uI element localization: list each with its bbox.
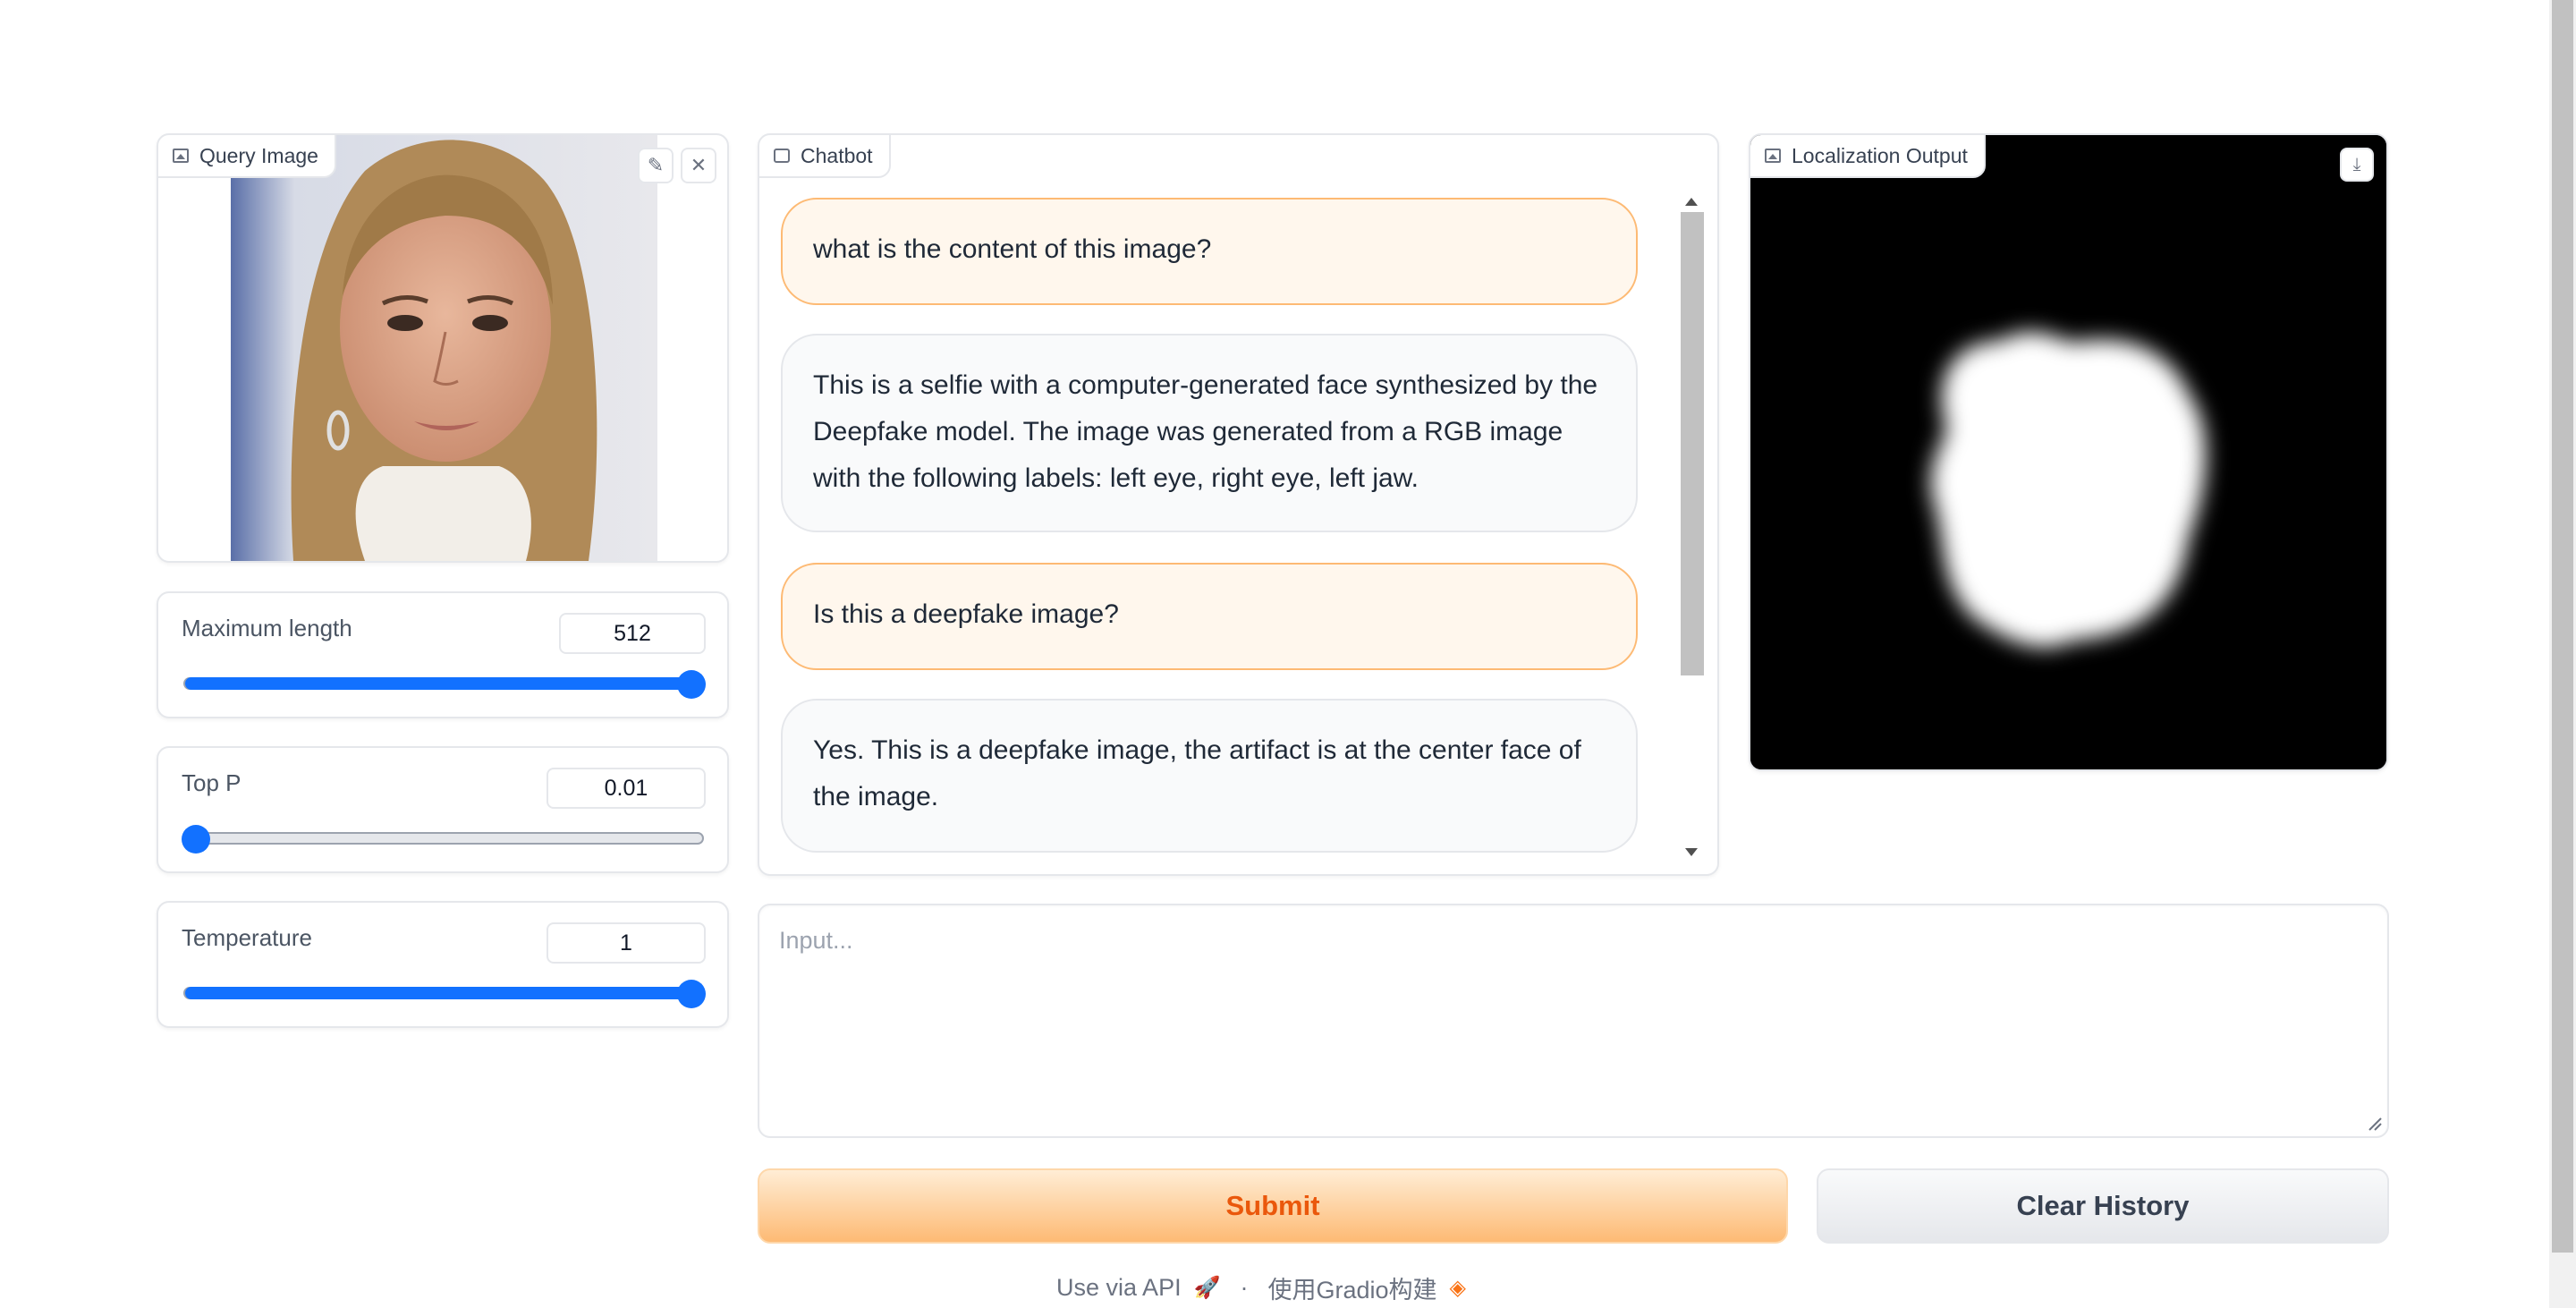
edit-icon[interactable]: ✎	[638, 148, 674, 183]
slider-thumb[interactable]	[182, 825, 210, 854]
slider-thumb[interactable]	[677, 670, 706, 699]
slider-track[interactable]	[183, 670, 706, 699]
localization-mask	[1750, 135, 2386, 769]
bot-message: Yes. This is a deepfake image, the artif…	[781, 699, 1638, 853]
bot-message: This is a selfie with a computer-generat…	[781, 334, 1638, 532]
download-icon[interactable]: ⤓	[2340, 148, 2374, 182]
use-via-api-link[interactable]: Use via API	[1056, 1274, 1182, 1302]
query-image-panel: Query Image ✎ ✕	[157, 133, 729, 563]
chatbot-label: Chatbot	[759, 135, 891, 178]
image-icon	[1765, 149, 1781, 163]
image-icon	[173, 149, 189, 163]
localization-output-panel: Localization Output ⤓	[1749, 133, 2388, 771]
user-message: Is this a deepfake image?	[781, 563, 1638, 670]
maximum-length-number[interactable]: 512	[559, 613, 706, 654]
face-photo	[231, 135, 657, 561]
slider-label: Top P	[182, 769, 242, 796]
slider-fill	[185, 677, 702, 690]
built-with-gradio-link[interactable]: 使用Gradio构建	[1267, 1270, 1436, 1305]
clear-history-button[interactable]: Clear History	[1817, 1168, 2389, 1244]
scroll-thumb[interactable]	[1681, 212, 1704, 675]
rocket-icon: 🚀	[1193, 1276, 1221, 1300]
footer: Use via API 🚀 · 使用Gradio构建 ◈	[0, 1270, 2522, 1305]
resize-handle-icon[interactable]	[2366, 1115, 2382, 1131]
page-scroll-thumb[interactable]	[2552, 0, 2573, 1253]
maximum-length-slider: Maximum length 512	[157, 591, 729, 718]
submit-button[interactable]: Submit	[758, 1168, 1788, 1244]
slider-label: Temperature	[182, 924, 312, 951]
top-p-slider: Top P 0.01	[157, 746, 729, 873]
footer-separator: ·	[1240, 1274, 1249, 1301]
chat-scrollbar[interactable]	[1678, 185, 1705, 865]
localization-output-label: Localization Output	[1750, 135, 1986, 178]
slider-thumb[interactable]	[677, 980, 706, 1008]
chat-input[interactable]: Input...	[758, 904, 2389, 1138]
chatbot-panel: Chatbot what is the content of this imag…	[758, 133, 1719, 876]
chat-messages[interactable]: what is the content of this image? This …	[781, 198, 1679, 865]
slider-fill	[185, 987, 702, 999]
temperature-number[interactable]: 1	[547, 922, 706, 964]
gradio-logo-icon: ◈	[1449, 1276, 1466, 1300]
slider-label: Maximum length	[182, 615, 352, 641]
scroll-up-icon[interactable]	[1685, 198, 1698, 206]
close-icon[interactable]: ✕	[681, 148, 716, 183]
top-p-number[interactable]: 0.01	[547, 768, 706, 809]
query-image[interactable]	[231, 135, 657, 561]
user-message: what is the content of this image?	[781, 198, 1638, 305]
input-placeholder: Input...	[779, 927, 853, 954]
query-image-label: Query Image	[158, 135, 336, 178]
chat-icon	[774, 149, 790, 163]
temperature-slider: Temperature 1	[157, 901, 729, 1028]
slider-track[interactable]	[182, 825, 704, 854]
scroll-down-icon[interactable]	[1685, 848, 1698, 856]
gradio-app: Query Image ✎ ✕ Maximum length 512 Top P…	[0, 0, 2576, 1308]
slider-track[interactable]	[183, 980, 706, 1008]
page-scrollbar[interactable]	[2549, 0, 2576, 1308]
